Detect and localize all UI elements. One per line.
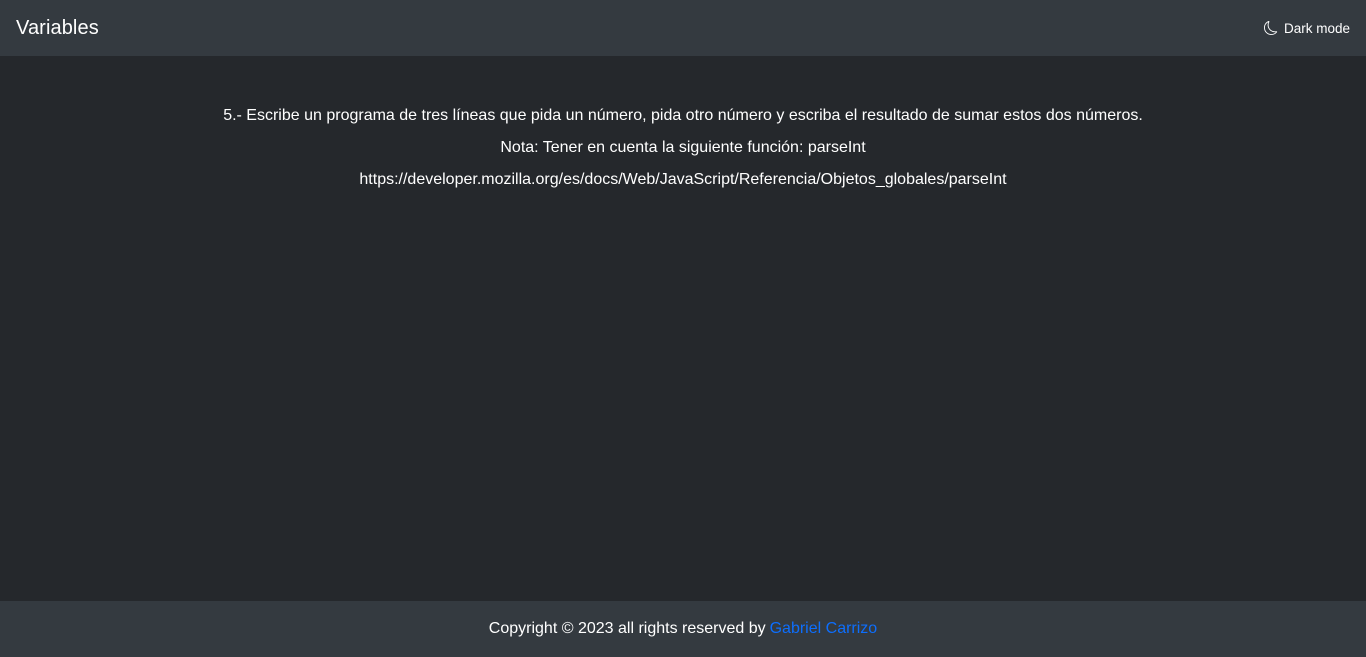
main-content: 5.- Escribe un programa de tres líneas q… — [0, 56, 1366, 601]
dark-mode-toggle[interactable]: Dark mode — [1263, 20, 1350, 36]
footer: Copyright © 2023 all rights reserved by … — [0, 601, 1366, 657]
note-text: Nota: Tener en cuenta la siguiente funci… — [500, 139, 866, 156]
reference-url: https://developer.mozilla.org/es/docs/We… — [359, 171, 1007, 188]
page-title[interactable]: Variables — [16, 17, 99, 40]
copyright-text: Copyright © 2023 all rights reserved by — [488, 620, 766, 637]
dark-mode-label: Dark mode — [1283, 20, 1350, 36]
author-link[interactable]: Gabriel Carrizo — [770, 620, 878, 638]
exercise-text: 5.- Escribe un programa de tres líneas q… — [223, 107, 1143, 124]
exercise-content: 5.- Escribe un programa de tres líneas q… — [0, 56, 1366, 196]
page: Variables Dark mode 5.- Escribe un progr… — [0, 0, 1366, 657]
navbar: Variables Dark mode — [0, 0, 1366, 56]
moon-icon — [1263, 21, 1278, 35]
